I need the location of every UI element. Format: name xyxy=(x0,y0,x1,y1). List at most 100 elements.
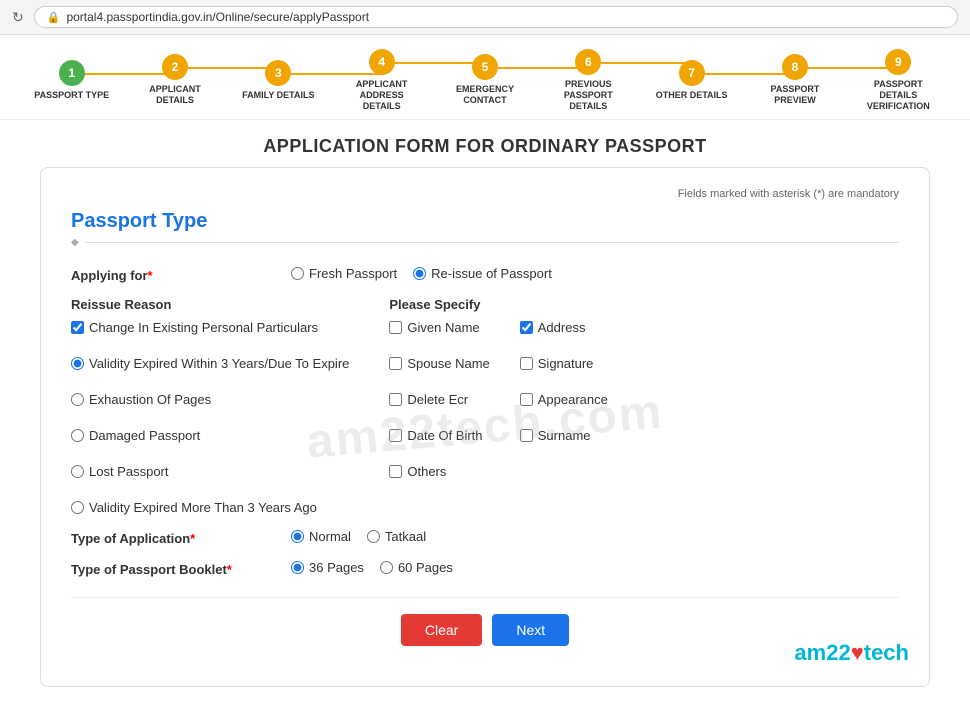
reissue-section: Reissue Reason Change In Existing Person… xyxy=(71,297,899,515)
specify-checkbox-given-name[interactable] xyxy=(389,321,402,334)
specify-checkbox-signature[interactable] xyxy=(520,357,533,370)
step-label-3: FAMILY DETAILS xyxy=(242,90,314,101)
specify-checkbox-others[interactable] xyxy=(389,465,402,478)
specify-checkbox-surname[interactable] xyxy=(520,429,533,442)
tatkaal-option[interactable]: Tatkaal xyxy=(367,529,426,544)
36-pages-label: 36 Pages xyxy=(309,560,364,575)
step-label-2: APPLICANT DETAILS xyxy=(135,84,215,106)
form-card: am22tech.com Fields marked with asterisk… xyxy=(40,167,930,687)
60-pages-label: 60 Pages xyxy=(398,560,453,575)
reissue-label-6: Validity Expired More Than 3 Years Ago xyxy=(89,500,317,515)
step-5[interactable]: 5 EMERGENCY CONTACT xyxy=(433,54,536,106)
normal-label: Normal xyxy=(309,529,351,544)
specify-label-others: Others xyxy=(407,464,446,479)
step-label-4: APPLICANT ADDRESS DETAILS xyxy=(342,79,422,111)
60-pages-option[interactable]: 60 Pages xyxy=(380,560,453,575)
normal-option[interactable]: Normal xyxy=(291,529,351,544)
normal-radio[interactable] xyxy=(291,530,304,543)
brand-heart: ♥ xyxy=(851,640,864,665)
steps-container: 1 PASSPORT TYPE 2 APPLICANT DETAILS 3 FA… xyxy=(20,49,950,111)
specify-checkbox-address[interactable] xyxy=(520,321,533,334)
tatkaal-radio[interactable] xyxy=(367,530,380,543)
reissue-passport-option[interactable]: Re-issue of Passport xyxy=(413,266,552,281)
step-circle-4: 4 xyxy=(369,49,395,75)
reissue-option-4[interactable]: Damaged Passport xyxy=(71,428,349,443)
brand-right: tech xyxy=(864,640,909,665)
refresh-icon[interactable]: ↻ xyxy=(12,9,24,26)
specify-checkbox-dob[interactable] xyxy=(389,429,402,442)
branding: am22♥tech xyxy=(794,640,909,666)
reissue-radio-3[interactable] xyxy=(71,393,84,406)
please-specify-block: Please Specify Given Name Spouse Name xyxy=(389,297,899,515)
step-8[interactable]: 8 PASSPORT PREVIEW xyxy=(743,54,846,106)
reissue-passport-radio[interactable] xyxy=(413,267,426,280)
reissue-option-5[interactable]: Lost Passport xyxy=(71,464,349,479)
specify-option-dob[interactable]: Date Of Birth xyxy=(389,428,489,443)
browser-bar: ↻ 🔒 portal4.passportindia.gov.in/Online/… xyxy=(0,0,970,35)
specify-option-signature[interactable]: Signature xyxy=(520,356,608,371)
type-application-controls: Normal Tatkaal xyxy=(291,529,426,544)
step-circle-7: 7 xyxy=(679,60,705,86)
please-specify-columns: Given Name Spouse Name Delete Ecr D xyxy=(389,320,899,479)
reissue-label-3: Exhaustion Of Pages xyxy=(89,392,211,407)
specify-option-spouse-name[interactable]: Spouse Name xyxy=(389,356,489,371)
reissue-option-1[interactable]: Change In Existing Personal Particulars xyxy=(71,320,349,335)
step-circle-1: 1 xyxy=(59,60,85,86)
step-2[interactable]: 2 APPLICANT DETAILS xyxy=(123,54,226,106)
reissue-reason-title: Reissue Reason xyxy=(71,297,349,312)
reissue-option-3[interactable]: Exhaustion Of Pages xyxy=(71,392,349,407)
specify-checkbox-appearance[interactable] xyxy=(520,393,533,406)
step-9[interactable]: 9 PASSPORT DETAILS VERIFICATION xyxy=(847,49,950,111)
specify-option-delete-ecr[interactable]: Delete Ecr xyxy=(389,392,489,407)
reissue-radio-4[interactable] xyxy=(71,429,84,442)
specify-option-address[interactable]: Address xyxy=(520,320,608,335)
specify-label-dob: Date Of Birth xyxy=(407,428,482,443)
button-row: Clear Next xyxy=(71,597,899,656)
reissue-option-2[interactable]: Validity Expired Within 3 Years/Due To E… xyxy=(71,356,349,371)
reissue-label-1: Change In Existing Personal Particulars xyxy=(89,320,318,335)
specify-option-others[interactable]: Others xyxy=(389,464,489,479)
lock-icon: 🔒 xyxy=(47,11,61,24)
page-content: 1 PASSPORT TYPE 2 APPLICANT DETAILS 3 FA… xyxy=(0,35,970,725)
fresh-passport-radio[interactable] xyxy=(291,267,304,280)
address-bar: 🔒 portal4.passportindia.gov.in/Online/se… xyxy=(34,6,958,28)
section-divider: ◆ xyxy=(71,237,899,248)
fresh-passport-option[interactable]: Fresh Passport xyxy=(291,266,397,281)
specify-option-surname[interactable]: Surname xyxy=(520,428,608,443)
step-4[interactable]: 4 APPLICANT ADDRESS DETAILS xyxy=(330,49,433,111)
36-pages-option[interactable]: 36 Pages xyxy=(291,560,364,575)
specify-checkbox-spouse-name[interactable] xyxy=(389,357,402,370)
divider-line xyxy=(85,242,899,243)
type-application-row: Type of Application* Normal Tatkaal xyxy=(71,529,899,546)
specify-label-spouse-name: Spouse Name xyxy=(407,356,489,371)
reissue-option-6[interactable]: Validity Expired More Than 3 Years Ago xyxy=(71,500,349,515)
specify-checkbox-delete-ecr[interactable] xyxy=(389,393,402,406)
step-label-8: PASSPORT PREVIEW xyxy=(755,84,835,106)
60-pages-radio[interactable] xyxy=(380,561,393,574)
step-3[interactable]: 3 FAMILY DETAILS xyxy=(227,60,330,101)
reissue-checkbox-1[interactable] xyxy=(71,321,84,334)
applying-for-label: Applying for* xyxy=(71,266,271,283)
reissue-radio-2[interactable] xyxy=(71,357,84,370)
step-6[interactable]: 6 PREVIOUS PASSPORT DETAILS xyxy=(537,49,640,111)
36-pages-radio[interactable] xyxy=(291,561,304,574)
booklet-type-controls: 36 Pages 60 Pages xyxy=(291,560,453,575)
booklet-type-label: Type of Passport Booklet* xyxy=(71,560,271,577)
specify-left-col: Given Name Spouse Name Delete Ecr D xyxy=(389,320,489,479)
specify-option-given-name[interactable]: Given Name xyxy=(389,320,489,335)
specify-option-appearance[interactable]: Appearance xyxy=(520,392,608,407)
url-text: portal4.passportindia.gov.in/Online/secu… xyxy=(66,10,369,24)
reissue-reason-block: Reissue Reason Change In Existing Person… xyxy=(71,297,349,515)
diamond-icon: ◆ xyxy=(71,237,79,248)
step-label-9: PASSPORT DETAILS VERIFICATION xyxy=(858,79,938,111)
step-label-5: EMERGENCY CONTACT xyxy=(445,84,525,106)
reissue-radio-5[interactable] xyxy=(71,465,84,478)
applying-for-controls: Fresh Passport Re-issue of Passport xyxy=(291,266,552,281)
reissue-radio-6[interactable] xyxy=(71,501,84,514)
step-label-6: PREVIOUS PASSPORT DETAILS xyxy=(548,79,628,111)
clear-button[interactable]: Clear xyxy=(401,614,482,646)
fresh-passport-label: Fresh Passport xyxy=(309,266,397,281)
step-7[interactable]: 7 OTHER DETAILS xyxy=(640,60,743,101)
next-button[interactable]: Next xyxy=(492,614,569,646)
step-1[interactable]: 1 PASSPORT TYPE xyxy=(20,60,123,101)
